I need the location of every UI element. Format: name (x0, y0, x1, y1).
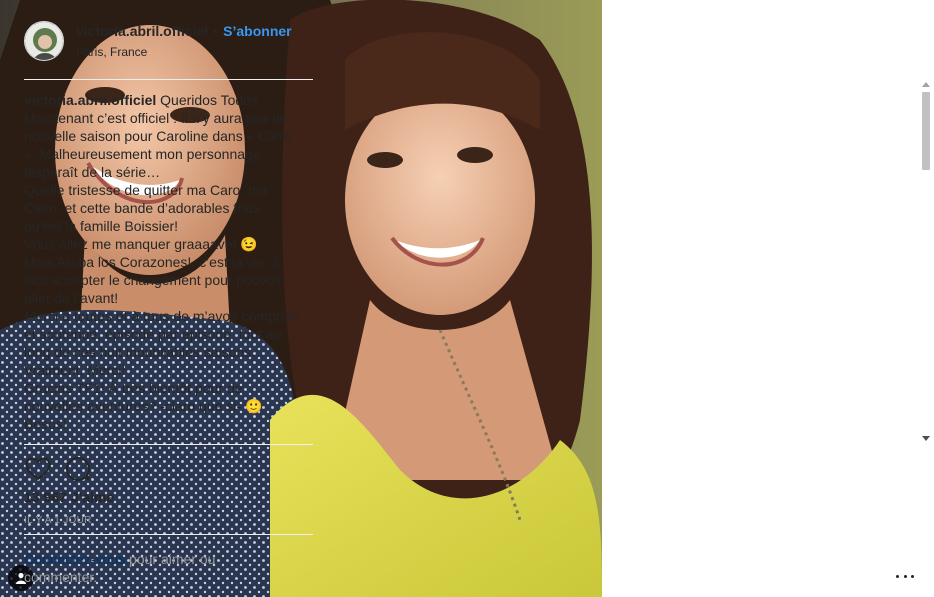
like-button[interactable] (24, 456, 52, 482)
heart-icon (25, 457, 51, 481)
dot (896, 574, 899, 578)
likes-number: 13 967 (24, 489, 67, 505)
caption-username[interactable]: victoria.abril.officiel (24, 92, 156, 108)
username-link[interactable]: victoria.abril.officiel (76, 23, 208, 39)
separator-dot: • (213, 23, 219, 39)
scroll-down-arrow-icon[interactable] (922, 436, 930, 441)
post-timestamp[interactable]: IL Y A 1 JOUR (24, 515, 92, 526)
post-side-panel (602, 0, 934, 597)
divider (24, 79, 313, 80)
divider (24, 534, 313, 535)
comments-scrollbar[interactable] (918, 80, 934, 443)
login-prompt: Connectez-vous pour aimer ou commenter. (24, 550, 274, 586)
login-link[interactable]: Connectez-vous (24, 551, 125, 567)
post-caption: victoria.abril.officiel Queridos Todos, … (24, 91, 300, 433)
caption-text: Queridos Todos, Maintenant c’est officie… (24, 92, 299, 432)
header-line: victoria.abril.officiel • S’abonner (76, 23, 292, 39)
divider (24, 444, 313, 445)
profile-avatar[interactable] (24, 21, 64, 61)
likes-label: J’aime (70, 489, 115, 505)
post-actions (24, 456, 104, 482)
dot (903, 574, 907, 578)
scroll-thumb[interactable] (922, 92, 930, 170)
scroll-up-arrow-icon[interactable] (922, 82, 930, 87)
more-options-icon[interactable] (896, 570, 914, 582)
follow-button[interactable]: S’abonner (223, 23, 291, 39)
comments-area[interactable]: victoria.abril.officiel Queridos Todos, … (24, 91, 318, 443)
comment-bubble-icon (66, 457, 90, 481)
likes-count[interactable]: 13 967 J’aime (24, 489, 114, 505)
comment-button[interactable] (64, 456, 92, 482)
location-link[interactable]: Paris, France (76, 45, 292, 59)
post-header: victoria.abril.officiel • S’abonner Pari… (24, 19, 314, 63)
header-text: victoria.abril.officiel • S’abonner Pari… (76, 23, 292, 59)
dot (911, 574, 914, 578)
